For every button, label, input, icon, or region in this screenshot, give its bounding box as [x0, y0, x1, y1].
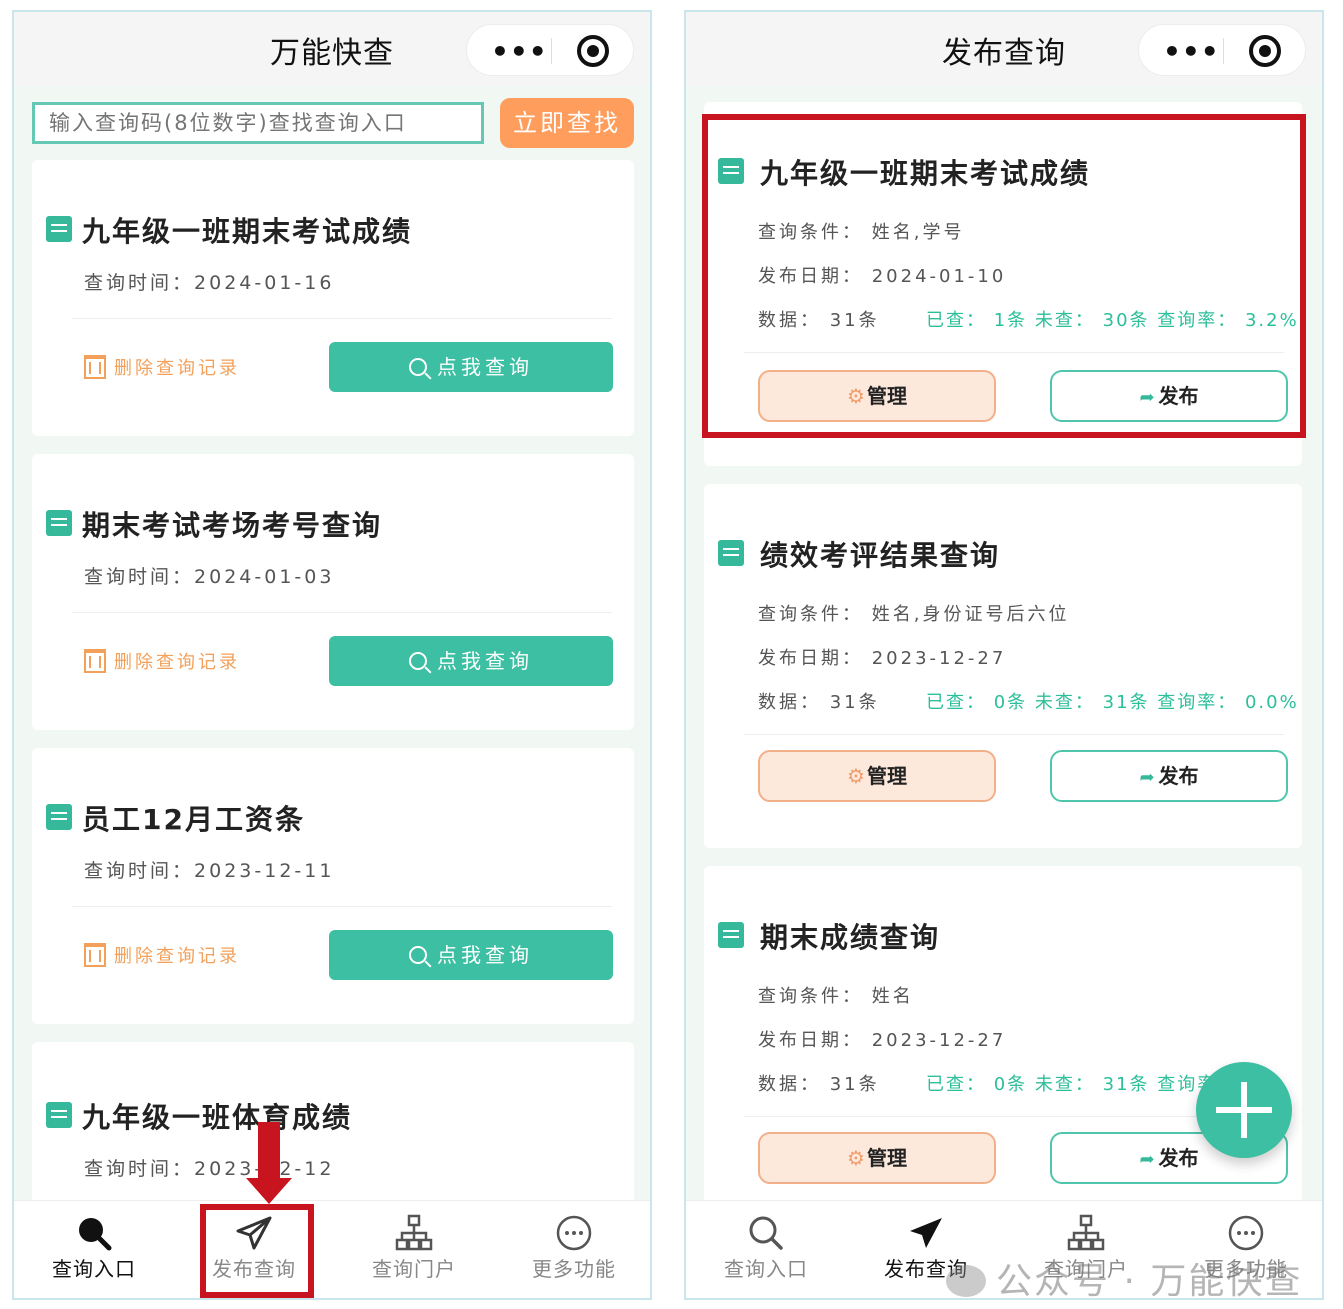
document-icon: [46, 216, 72, 242]
query-time: 查询时间：2023-12-11: [84, 860, 335, 882]
close-target-icon[interactable]: [1249, 35, 1281, 67]
tab-query-portal[interactable]: 查询门户: [334, 1201, 494, 1298]
pointer-arrow-icon: [246, 1178, 292, 1204]
search-icon: [409, 358, 427, 376]
card-title: 九年级一班期末考试成绩: [82, 215, 413, 248]
card-divider: [72, 612, 612, 613]
data-count: 数据： 31条: [758, 692, 880, 713]
tab-more-functions[interactable]: 更多功能: [494, 1201, 650, 1298]
more-dots-icon[interactable]: •••: [1163, 35, 1220, 68]
search-icon: [409, 946, 427, 964]
card-divider: [72, 906, 612, 907]
more-icon: [494, 1201, 650, 1253]
history-card: 期末考试考场考号查询 查询时间：2024-01-03 删除查询记录 点我查询: [32, 454, 634, 730]
card-divider: [72, 318, 612, 319]
mini-program-capsule: •••: [466, 24, 634, 76]
delete-record-link[interactable]: 删除查询记录: [84, 942, 240, 968]
more-dots-icon[interactable]: •••: [491, 35, 548, 68]
card-title: 员工12月工资条: [82, 803, 305, 836]
capsule-divider: [551, 38, 552, 64]
document-icon: [46, 804, 72, 830]
history-card: 员工12月工资条 查询时间：2023-12-11 删除查询记录 点我查询: [32, 748, 634, 1024]
document-icon: [718, 922, 744, 948]
share-arrow-icon: ➦: [1139, 767, 1155, 788]
tab-query-entry[interactable]: 查询入口: [686, 1201, 846, 1298]
send-icon: [846, 1201, 1006, 1253]
trash-icon: [84, 943, 106, 967]
search-icon: [14, 1201, 174, 1253]
share-arrow-icon: ➦: [1139, 1149, 1155, 1170]
delete-record-link[interactable]: 删除查询记录: [84, 648, 240, 674]
history-card: 九年级一班期末考试成绩 查询时间：2024-01-16 删除查询记录 点我查询: [32, 160, 634, 436]
pointer-arrow-stem: [258, 1122, 280, 1180]
tab-bar: 查询入口 发布查询 查询门户 更多功能: [14, 1200, 650, 1298]
publish-date: 发布日期： 2023-12-27: [758, 1030, 1007, 1051]
more-icon: [1166, 1201, 1322, 1253]
document-icon: [718, 540, 744, 566]
query-conditions: 查询条件： 姓名,身份证号后六位: [758, 604, 1070, 625]
trash-icon: [84, 649, 106, 673]
query-time: 查询时间：2024-01-03: [84, 566, 335, 588]
mini-program-capsule: •••: [1138, 24, 1306, 76]
find-now-button[interactable]: 立即查找: [500, 98, 634, 148]
wechat-logo-icon: [946, 1265, 986, 1297]
search-icon: [686, 1201, 846, 1253]
published-query-card: 期末成绩查询 查询条件： 姓名 发布日期： 2023-12-27 数据： 31条…: [704, 866, 1302, 1206]
query-button[interactable]: 点我查询: [329, 930, 613, 980]
search-bar: 立即查找: [14, 86, 650, 156]
card-title: 期末成绩查询: [760, 921, 941, 954]
manage-button[interactable]: ⚙ 管理: [758, 1132, 996, 1184]
watermark: 公众号 · 万能快查: [946, 1252, 1302, 1304]
org-chart-icon: [334, 1201, 494, 1253]
gear-icon: ⚙: [847, 764, 865, 788]
document-icon: [46, 1102, 72, 1128]
query-button[interactable]: 点我查询: [329, 636, 613, 686]
data-count: 数据： 31条: [758, 1074, 880, 1095]
search-icon: [409, 652, 427, 670]
card-title: 期末考试考场考号查询: [82, 509, 383, 542]
query-stats: 已查： 0条 未查： 31条 查询率: [926, 1074, 1218, 1095]
highlight-box-first-card: [702, 114, 1306, 438]
query-conditions: 查询条件： 姓名: [758, 986, 914, 1007]
query-time: 查询时间：2024-01-16: [84, 272, 335, 294]
manage-button[interactable]: ⚙ 管理: [758, 750, 996, 802]
gear-icon: ⚙: [847, 1146, 865, 1170]
query-button[interactable]: 点我查询: [329, 342, 613, 392]
nav-bar: 万能快查 •••: [14, 12, 650, 86]
trash-icon: [84, 355, 106, 379]
add-query-button[interactable]: [1196, 1062, 1292, 1158]
document-icon: [46, 510, 72, 536]
publish-button[interactable]: ➦ 发布: [1050, 750, 1288, 802]
published-query-card: 绩效考评结果查询 查询条件： 姓名,身份证号后六位 发布日期： 2023-12-…: [704, 484, 1302, 848]
capsule-divider: [1223, 38, 1224, 64]
query-code-input[interactable]: [32, 102, 484, 144]
close-target-icon[interactable]: [577, 35, 609, 67]
left-phone-screen: 万能快查 ••• 立即查找 九年级一班期末考试成绩 查询时间：2024-01-1…: [12, 10, 652, 1300]
query-time: 查询时间：2023-12-12: [84, 1158, 331, 1180]
publish-date: 发布日期： 2023-12-27: [758, 648, 1007, 669]
card-title: 绩效考评结果查询: [760, 539, 1001, 572]
delete-record-link[interactable]: 删除查询记录: [84, 354, 240, 380]
highlight-box-publish-tab: [200, 1204, 314, 1298]
org-chart-icon: [1006, 1201, 1166, 1253]
nav-bar: 发布查询 •••: [686, 12, 1322, 86]
card-title: 九年级一班体育成绩: [82, 1101, 353, 1134]
tab-query-entry[interactable]: 查询入口: [14, 1201, 174, 1298]
card-divider: [744, 734, 1284, 735]
query-stats: 已查： 0条 未查： 31条 查询率： 0.0%: [926, 692, 1299, 713]
